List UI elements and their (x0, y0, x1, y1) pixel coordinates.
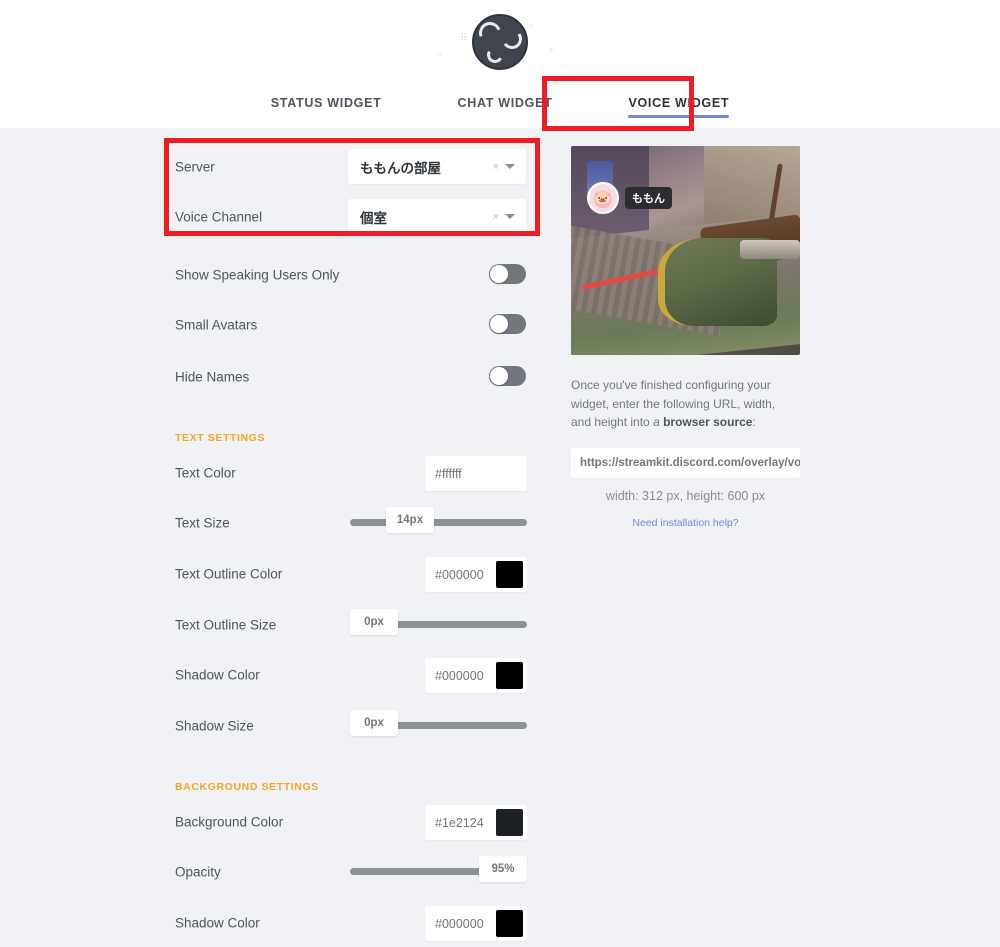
row-shadow-color-bg: Shadow Color #000000 (0, 898, 560, 947)
text-shadow-size-slider-thumb[interactable]: 0px (350, 710, 398, 736)
page-header: ○ ⠿ ○ + ⠿ + STATUS WIDGET CHAT WIDGET VO… (0, 0, 1000, 128)
toggle-knob (490, 367, 508, 385)
row-show-speaking-users-only: Show Speaking Users Only (0, 250, 560, 300)
row-server: Server ももんの部屋 × (0, 142, 560, 192)
text-color-value: #ffffff (435, 466, 462, 481)
server-value: ももんの部屋 (360, 160, 441, 176)
voice-channel-value: 個室 (360, 210, 387, 226)
streamkit-overlay-configurator: ○ ⠿ ○ + ⠿ + STATUS WIDGET CHAT WIDGET VO… (0, 0, 1000, 947)
row-background-color: Background Color #1e2124 (0, 797, 560, 847)
background-shadow-color-swatch[interactable] (496, 910, 523, 937)
widget-preview-image: 🐷 ももん (571, 146, 800, 355)
user-avatar-bear-icon: 🐷 (587, 181, 620, 214)
row-text-size: Text Size 14px (0, 498, 560, 548)
row-hide-names: Hide Names (0, 352, 560, 402)
logo-area: ○ ⠿ ○ + ⠿ + (0, 12, 1000, 72)
text-outline-color-label: Text Outline Color (175, 566, 283, 582)
background-settings-heading: BACKGROUND SETTINGS (175, 781, 319, 793)
text-outline-size-slider-thumb[interactable]: 0px (350, 609, 398, 635)
text-settings-heading: TEXT SETTINGS (175, 432, 266, 444)
hide-names-label: Hide Names (175, 369, 250, 385)
text-outline-size-label: Text Outline Size (175, 617, 277, 633)
overlay-username: ももん (625, 186, 673, 209)
text-color-label: Text Color (175, 465, 236, 481)
decor-circle-icon: ○ (527, 21, 534, 32)
text-color-field[interactable]: #ffffff (425, 456, 527, 491)
show-speaking-users-only-toggle[interactable] (489, 264, 526, 284)
toggle-knob (490, 315, 508, 333)
row-shadow-color-text: Shadow Color #000000 (0, 650, 560, 700)
text-outline-color-field[interactable]: #000000 (425, 557, 527, 592)
row-opacity: Opacity 95% (0, 847, 560, 897)
widget-url-value: https://streamkit.discord.com/overlay/vo… (580, 456, 800, 469)
tab-voice-widget[interactable]: VOICE WIDGET (590, 86, 767, 126)
browser-source-emphasis: browser source (663, 415, 753, 430)
text-size-slider[interactable]: 14px (350, 507, 527, 537)
toggle-knob (490, 265, 508, 283)
widget-dimensions-text: width: 312 px, height: 600 px (605, 488, 766, 503)
background-shadow-color-field[interactable]: #000000 (425, 906, 527, 941)
text-size-label: Text Size (175, 515, 230, 531)
opacity-slider[interactable]: 95% (350, 856, 527, 886)
voice-channel-chevron-down-icon[interactable] (505, 214, 515, 219)
text-outline-color-swatch[interactable] (496, 561, 523, 588)
decor-dots-icon: ⠿ (460, 33, 468, 44)
background-shadow-color-value: #000000 (435, 916, 484, 931)
row-small-avatars: Small Avatars (0, 300, 560, 350)
text-size-slider-thumb[interactable]: 14px (386, 507, 434, 533)
row-text-color: Text Color #ffffff (0, 448, 560, 498)
row-text-outline-size: Text Outline Size 0px (0, 600, 560, 650)
text-shadow-color-field[interactable]: #000000 (425, 658, 527, 693)
background-color-value: #1e2124 (435, 815, 484, 830)
voice-channel-clear-icon[interactable]: × (487, 211, 505, 223)
server-chevron-down-icon[interactable] (505, 164, 515, 169)
instructions-line-3-suffix: : (752, 415, 756, 430)
text-outline-color-value: #000000 (435, 567, 484, 582)
widget-url-field[interactable]: https://streamkit.discord.com/overlay/vo… (571, 447, 800, 478)
text-shadow-size-label: Shadow Size (175, 718, 254, 734)
tab-chat-widget[interactable]: CHAT WIDGET (419, 86, 590, 126)
background-shadow-color-label: Shadow Color (175, 915, 260, 931)
server-select[interactable]: ももんの部屋 × (348, 149, 526, 184)
server-clear-icon[interactable]: × (487, 161, 505, 173)
decor-dot-icon: ○ (436, 49, 443, 60)
slider-track[interactable] (350, 519, 527, 526)
show-speaking-users-only-label: Show Speaking Users Only (175, 267, 340, 283)
widget-tabs: STATUS WIDGET CHAT WIDGET VOICE WIDGET (0, 86, 1000, 126)
background-color-label: Background Color (175, 814, 284, 830)
small-avatars-toggle[interactable] (489, 314, 526, 334)
voice-channel-label: Voice Channel (175, 209, 263, 225)
decor-plus-icon: + (548, 45, 554, 56)
instructions-line-3-prefix: a (653, 415, 664, 430)
installation-help-link[interactable]: Need installation help? (571, 517, 800, 529)
text-shadow-color-label: Shadow Color (175, 667, 260, 683)
hide-names-toggle[interactable] (489, 366, 526, 386)
text-shadow-size-slider[interactable]: 0px (350, 710, 527, 740)
text-outline-size-slider[interactable]: 0px (350, 609, 527, 639)
text-color-swatch[interactable] (496, 460, 523, 487)
voice-channel-select[interactable]: 個室 × (348, 199, 526, 234)
preview-panel: 🐷 ももん Once you've finished configuring y… (571, 146, 801, 529)
tab-status-widget[interactable]: STATUS WIDGET (233, 86, 420, 126)
text-shadow-color-value: #000000 (435, 668, 484, 683)
row-voice-channel: Voice Channel 個室 × (0, 192, 560, 242)
preview-bg-barrel (740, 240, 800, 259)
background-color-swatch[interactable] (496, 809, 523, 836)
opacity-slider-thumb[interactable]: 95% (479, 856, 527, 882)
obs-logo-icon (472, 14, 528, 70)
opacity-label: Opacity (175, 864, 221, 880)
server-label: Server (175, 159, 215, 175)
text-shadow-color-swatch[interactable] (496, 662, 523, 689)
row-shadow-size-text: Shadow Size 0px (0, 701, 560, 751)
voice-overlay-user: 🐷 ももん (587, 181, 673, 214)
row-text-outline-color: Text Outline Color #000000 (0, 549, 560, 599)
small-avatars-label: Small Avatars (175, 317, 258, 333)
settings-divider (175, 238, 527, 239)
background-color-field[interactable]: #1e2124 (425, 805, 527, 840)
instructions-text: Once you've finished configuring your wi… (571, 376, 783, 432)
